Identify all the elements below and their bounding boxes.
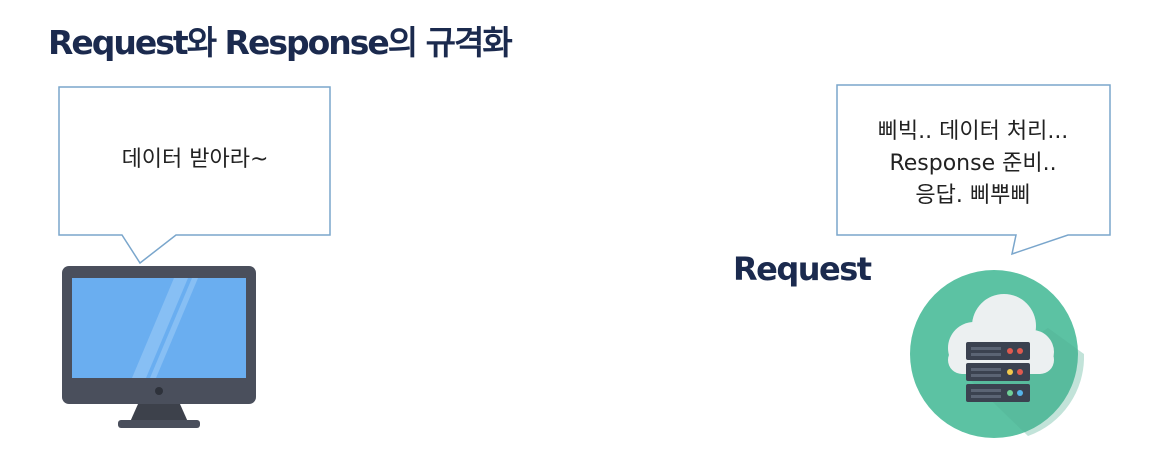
server-rack bbox=[966, 342, 1030, 402]
server-bubble-line: 삐빅.. 데이터 처리... bbox=[877, 119, 1069, 144]
server-bubble-line: 응답. 삐뿌삐 bbox=[915, 183, 1031, 208]
desktop-monitor-icon bbox=[62, 266, 256, 428]
client-bubble-text: 데이터 받아라~ bbox=[121, 147, 269, 172]
slide: Request와 Response의 규격화 데이터 받아라~ 삐빅.. 데이터… bbox=[0, 0, 1164, 456]
request-label: Request bbox=[733, 250, 872, 288]
cloud-server-icon bbox=[910, 270, 1084, 438]
server-bubble-text: 삐빅.. 데이터 처리... Response 준비.. 응답. 삐뿌삐 bbox=[836, 116, 1110, 212]
server-bubble-line: Response 준비.. bbox=[889, 151, 1057, 176]
slide-title: Request와 Response의 규격화 bbox=[48, 23, 513, 62]
